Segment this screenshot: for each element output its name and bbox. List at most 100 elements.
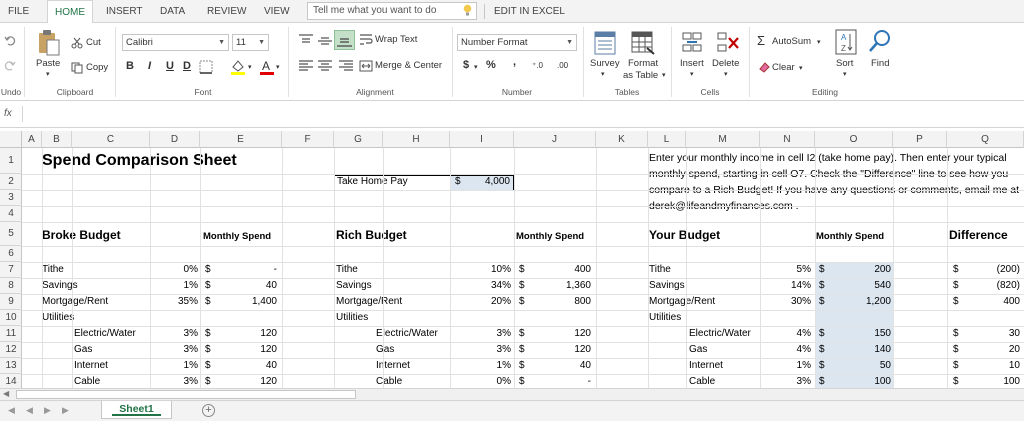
chevron-down-icon[interactable]: ▾ bbox=[724, 70, 728, 78]
column-header-n[interactable]: N bbox=[760, 131, 815, 148]
increase-decimal-button[interactable]: ⁺.0 bbox=[532, 61, 543, 70]
horizontal-scrollbar[interactable]: ◀ bbox=[0, 388, 1024, 400]
rich-amount[interactable]: 800 bbox=[541, 294, 591, 310]
column-header-p[interactable]: P bbox=[893, 131, 947, 148]
tab-home[interactable]: HOME bbox=[47, 0, 93, 24]
yours-currency[interactable]: $ bbox=[819, 294, 825, 310]
chevron-down-icon[interactable]: ▾ bbox=[474, 63, 478, 71]
broke-pct[interactable]: 0% bbox=[158, 262, 198, 278]
your-budget-header[interactable]: Your Budget bbox=[649, 226, 720, 244]
currency-format-button[interactable]: $ bbox=[463, 59, 469, 71]
rich-monthly-spend-header[interactable]: Monthly Spend bbox=[516, 229, 584, 245]
broke-currency[interactable]: $ bbox=[205, 358, 211, 374]
last-sheet-icon[interactable]: ▶ bbox=[62, 405, 69, 416]
tab-file[interactable]: FILE bbox=[8, 0, 29, 23]
rich-pct[interactable]: 3% bbox=[471, 342, 511, 358]
column-header-c[interactable]: C bbox=[72, 131, 150, 148]
difference-currency[interactable]: $ bbox=[953, 374, 959, 388]
column-header-l[interactable]: L bbox=[648, 131, 686, 148]
column-header-i[interactable]: I bbox=[450, 131, 514, 148]
yours-pct[interactable]: 4% bbox=[771, 342, 811, 358]
difference-value[interactable]: 400 bbox=[970, 294, 1020, 310]
broke-currency[interactable]: $ bbox=[205, 374, 211, 388]
font-color-icon[interactable]: A bbox=[259, 58, 275, 76]
select-all-corner[interactable] bbox=[0, 131, 22, 148]
scrollbar-thumb[interactable] bbox=[16, 390, 356, 399]
align-top-icon[interactable] bbox=[298, 33, 314, 49]
yours-amount[interactable]: 200 bbox=[841, 262, 891, 278]
copy-button[interactable]: Copy bbox=[86, 62, 108, 73]
column-header-a[interactable]: A bbox=[22, 131, 42, 148]
rich-budget-header[interactable]: Rich Budget bbox=[336, 226, 407, 244]
broke-label[interactable]: Tithe bbox=[42, 262, 64, 278]
chevron-down-icon[interactable]: ▾ bbox=[276, 63, 280, 71]
redo-icon[interactable] bbox=[4, 59, 16, 71]
merge-center-button[interactable]: Merge & Center bbox=[375, 60, 442, 71]
survey-button[interactable]: Survey bbox=[590, 58, 620, 69]
rich-label[interactable]: Savings bbox=[336, 278, 372, 294]
clear-button[interactable]: Clear bbox=[772, 62, 795, 73]
rich-currency[interactable]: $ bbox=[519, 326, 525, 342]
broke-amount[interactable]: 40 bbox=[227, 358, 277, 374]
difference-currency[interactable]: $ bbox=[953, 326, 959, 342]
paste-button[interactable]: Paste bbox=[36, 58, 60, 69]
rich-currency[interactable]: $ bbox=[519, 374, 525, 388]
row-header-4[interactable]: 4 bbox=[0, 206, 22, 222]
prev-sheet-icon[interactable]: ◀ bbox=[26, 405, 33, 416]
chevron-down-icon[interactable]: ▾ bbox=[799, 64, 803, 72]
difference-value[interactable]: 30 bbox=[970, 326, 1020, 342]
rich-pct[interactable]: 20% bbox=[471, 294, 511, 310]
fill-color-icon[interactable] bbox=[229, 58, 247, 76]
take-home-pay-value[interactable]: 4,000 bbox=[450, 174, 510, 190]
yours-label[interactable]: Internet bbox=[689, 358, 723, 374]
row-header-1[interactable]: 1 bbox=[0, 148, 22, 174]
broke-currency[interactable]: $ bbox=[205, 326, 211, 342]
yours-currency[interactable]: $ bbox=[819, 326, 825, 342]
delete-button[interactable]: Delete bbox=[712, 58, 739, 69]
broke-amount[interactable]: 1,400 bbox=[227, 294, 277, 310]
rich-amount[interactable]: - bbox=[541, 374, 591, 388]
yours-pct[interactable]: 3% bbox=[771, 374, 811, 388]
difference-currency[interactable]: $ bbox=[953, 358, 959, 374]
chevron-down-icon[interactable]: ▾ bbox=[662, 71, 666, 79]
difference-value[interactable]: (200) bbox=[970, 262, 1020, 278]
difference-currency[interactable]: $ bbox=[953, 342, 959, 358]
broke-pct[interactable]: 3% bbox=[158, 374, 198, 388]
format-as-table-button[interactable]: Format bbox=[628, 58, 658, 69]
tab-insert[interactable]: INSERT bbox=[106, 0, 143, 23]
row-header-2[interactable]: 2 bbox=[0, 174, 22, 190]
row-header-6[interactable]: 6 bbox=[0, 246, 22, 262]
yours-label[interactable]: Mortgage/Rent bbox=[649, 294, 715, 310]
align-left-icon[interactable] bbox=[298, 59, 314, 73]
row-header-12[interactable]: 12 bbox=[0, 342, 22, 358]
yours-label[interactable]: Cable bbox=[689, 374, 715, 388]
percent-format-button[interactable]: % bbox=[486, 59, 496, 71]
yours-amount[interactable]: 100 bbox=[841, 374, 891, 388]
row-header-5[interactable]: 5 bbox=[0, 222, 22, 246]
borders-icon[interactable] bbox=[199, 60, 213, 74]
paste-dropdown-icon[interactable]: ▾ bbox=[46, 70, 50, 78]
add-sheet-icon[interactable]: + bbox=[202, 404, 215, 417]
rich-amount[interactable]: 400 bbox=[541, 262, 591, 278]
chevron-down-icon[interactable]: ▾ bbox=[248, 63, 252, 71]
column-header-q[interactable]: Q bbox=[947, 131, 1024, 148]
next-sheet-icon[interactable]: ▶ bbox=[44, 405, 51, 416]
chevron-down-icon[interactable]: ▾ bbox=[843, 70, 847, 78]
rich-amount[interactable]: 120 bbox=[541, 342, 591, 358]
autosum-button[interactable]: AutoSum bbox=[772, 36, 811, 47]
align-bottom-button-active[interactable] bbox=[334, 30, 355, 50]
rich-amount[interactable]: 120 bbox=[541, 326, 591, 342]
rich-label[interactable]: Electric/Water bbox=[376, 326, 438, 342]
spreadsheet-grid[interactable]: ABCDEFGHIJKLMNOPQ 1 2 3 4 5 6 7 8 9 10 11 12 13 14 Sp… bbox=[0, 131, 1024, 388]
cut-button[interactable]: Cut bbox=[86, 37, 101, 48]
difference-value[interactable]: 100 bbox=[970, 374, 1020, 388]
column-header-j[interactable]: J bbox=[514, 131, 596, 148]
broke-label[interactable]: Utilities bbox=[42, 310, 74, 326]
wrap-text-button[interactable]: Wrap Text bbox=[375, 34, 417, 45]
tell-me-search-box[interactable]: Tell me what you want to do bbox=[307, 2, 477, 20]
yours-currency[interactable]: $ bbox=[819, 342, 825, 358]
scroll-left-icon[interactable]: ◀ bbox=[3, 389, 9, 398]
broke-label[interactable]: Internet bbox=[74, 358, 108, 374]
rich-amount[interactable]: 40 bbox=[541, 358, 591, 374]
row-header-10[interactable]: 10 bbox=[0, 310, 22, 326]
